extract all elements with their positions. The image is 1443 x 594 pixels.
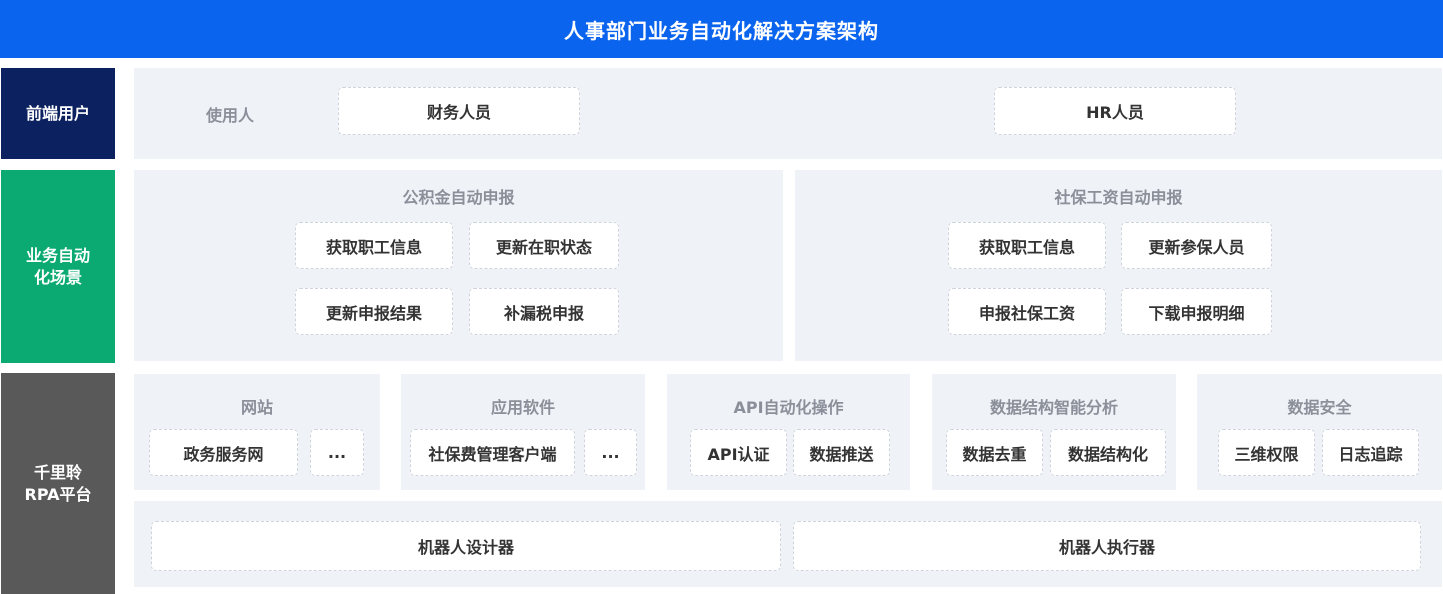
platform-module-api: API自动化操作 API认证 数据推送 bbox=[667, 374, 910, 490]
scenario-item: 更新申报结果 bbox=[295, 288, 453, 335]
platform-module-item: 日志追踪 bbox=[1322, 429, 1419, 476]
scenario-item: 更新在职状态 bbox=[469, 222, 619, 269]
platform-module-data-analysis: 数据结构智能分析 数据去重 数据结构化 bbox=[932, 374, 1176, 490]
robot-designer-box: 机器人设计器 bbox=[151, 521, 781, 571]
user-hr-box: HR人员 bbox=[994, 87, 1236, 135]
scenario-group-housing-fund: 公积金自动申报 获取职工信息 更新在职状态 更新申报结果 补漏税申报 bbox=[134, 170, 783, 361]
scenario-group-title: 社保工资自动申报 bbox=[1054, 188, 1183, 207]
page-title: 人事部门业务自动化解决方案架构 bbox=[0, 0, 1443, 58]
platform-module-item: 数据结构化 bbox=[1050, 429, 1166, 476]
platform-module-item: 数据推送 bbox=[793, 429, 890, 476]
platform-module-website: 网站 政务服务网 ... bbox=[134, 374, 380, 490]
platform-module-item: 数据去重 bbox=[946, 429, 1043, 476]
platform-module-software: 应用软件 社保费管理客户端 ... bbox=[401, 374, 645, 490]
scenario-item: 补漏税申报 bbox=[469, 288, 619, 335]
platform-module-item: ... bbox=[310, 429, 364, 476]
user-finance-box: 财务人员 bbox=[338, 87, 580, 135]
platform-module-title: 数据结构智能分析 bbox=[989, 398, 1118, 417]
platform-module-data-security: 数据安全 三维权限 日志追踪 bbox=[1197, 374, 1442, 490]
platform-robots-panel: 机器人设计器 机器人执行器 bbox=[134, 501, 1442, 587]
platform-module-title: 数据安全 bbox=[1287, 398, 1352, 417]
platform-module-title: 应用软件 bbox=[490, 398, 555, 417]
user-label: 使用人 bbox=[206, 106, 255, 125]
platform-module-item: ... bbox=[584, 429, 637, 476]
platform-module-item: 政务服务网 bbox=[149, 429, 298, 476]
scenario-item: 获取职工信息 bbox=[948, 222, 1106, 269]
scenario-item: 获取职工信息 bbox=[295, 222, 453, 269]
scenario-group-title: 公积金自动申报 bbox=[402, 188, 515, 207]
scenario-group-social-security: 社保工资自动申报 获取职工信息 更新参保人员 申报社保工资 下载申报明细 bbox=[795, 170, 1442, 361]
scenario-item: 申报社保工资 bbox=[948, 288, 1106, 335]
platform-module-title: API自动化操作 bbox=[733, 398, 844, 417]
platform-module-item: API认证 bbox=[690, 429, 787, 476]
frontend-panel: 使用人 财务人员 HR人员 bbox=[134, 68, 1442, 159]
scenario-item: 更新参保人员 bbox=[1121, 222, 1272, 269]
platform-module-item: 社保费管理客户端 bbox=[410, 429, 575, 476]
robot-executor-box: 机器人执行器 bbox=[793, 521, 1421, 571]
frontend-row-label: 前端用户 bbox=[1, 68, 115, 159]
scenario-item: 下载申报明细 bbox=[1121, 288, 1272, 335]
scenario-row-label: 业务自动化场景 bbox=[1, 170, 115, 363]
platform-module-item: 三维权限 bbox=[1218, 429, 1315, 476]
platform-row-label: 千里聆RPA平台 bbox=[1, 373, 115, 594]
platform-module-title: 网站 bbox=[240, 398, 273, 417]
